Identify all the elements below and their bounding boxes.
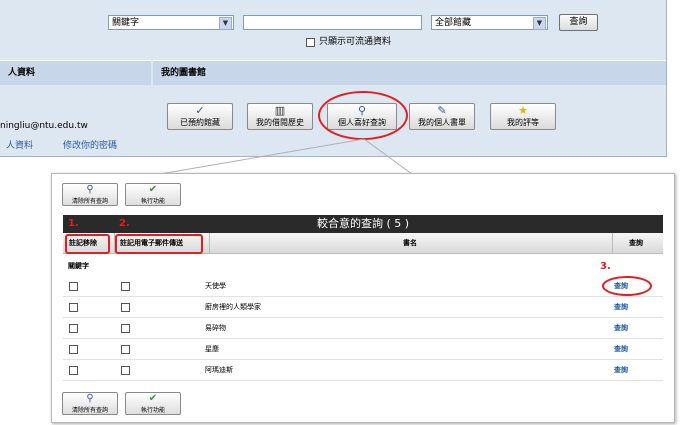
row-search-link[interactable]: 查詢 — [614, 339, 628, 359]
remove-checkbox[interactable] — [69, 366, 78, 375]
search-icon: ⚲ — [86, 184, 94, 195]
saved-searches-title: 較合意的查詢 ( 5 ) — [63, 215, 663, 233]
email-checkbox[interactable] — [121, 324, 130, 333]
table-row: 阿瑪迪斯 查詢 — [63, 360, 663, 381]
check-icon: ✔ — [148, 184, 158, 195]
execute-function-button[interactable]: ✔ 執行功能 — [125, 183, 181, 206]
annotation-step-1: 1. — [68, 218, 79, 229]
column-divider — [209, 233, 210, 253]
column-divider — [612, 233, 613, 253]
row-search-link[interactable]: 查詢 — [614, 318, 628, 338]
row-title: 天使學 — [205, 282, 226, 290]
row-title: 阿瑪迪斯 — [205, 366, 233, 374]
row-title: 星塵 — [205, 345, 219, 353]
execute-function-label: 執行功能 — [140, 198, 165, 205]
group-label: 關鍵字 — [68, 262, 89, 270]
clear-all-searches-label: 清除所有查詢 — [71, 407, 108, 414]
row-search-link[interactable]: 查詢 — [614, 360, 628, 380]
email-checkbox[interactable] — [121, 345, 130, 354]
saved-searches-panel: ⚲ 清除所有查詢 ✔ 執行功能 較合意的查詢 ( 5 ) 註記移除 註記用電子郵… — [51, 173, 675, 423]
email-checkbox[interactable] — [121, 366, 130, 375]
row-search-link[interactable]: 查詢 — [614, 297, 628, 317]
execute-function-label: 執行功能 — [140, 407, 165, 414]
clear-all-searches-button[interactable]: ⚲ 清除所有查詢 — [62, 183, 118, 206]
table-row: 星塵 查詢 — [63, 339, 663, 360]
check-icon: ✔ — [148, 393, 158, 404]
table-row: 易碎物 查詢 — [63, 318, 663, 339]
email-checkbox[interactable] — [121, 303, 130, 312]
remove-checkbox[interactable] — [69, 303, 78, 312]
table-row: 天使學 查詢 — [63, 276, 663, 297]
email-checkbox[interactable] — [121, 282, 130, 291]
remove-checkbox[interactable] — [69, 345, 78, 354]
highlight-oval-search — [602, 276, 652, 296]
col-title: 書名 — [403, 239, 417, 247]
col-search: 查詢 — [629, 239, 643, 247]
execute-function-button-bottom[interactable]: ✔ 執行功能 — [125, 392, 181, 415]
highlight-box-remove — [65, 234, 110, 254]
clear-all-searches-label: 清除所有查詢 — [71, 198, 108, 205]
row-title: 易碎物 — [205, 324, 226, 332]
annotation-step-3: 3. — [600, 261, 611, 272]
remove-checkbox[interactable] — [69, 324, 78, 333]
clear-all-searches-button-bottom[interactable]: ⚲ 清除所有查詢 — [62, 392, 118, 415]
annotation-step-2: 2. — [119, 218, 130, 229]
row-title: 廚房裡的人類學家 — [205, 303, 261, 311]
highlight-box-email — [115, 234, 203, 254]
table-row: 廚房裡的人類學家 查詢 — [63, 297, 663, 318]
search-icon: ⚲ — [86, 393, 94, 404]
remove-checkbox[interactable] — [69, 282, 78, 291]
